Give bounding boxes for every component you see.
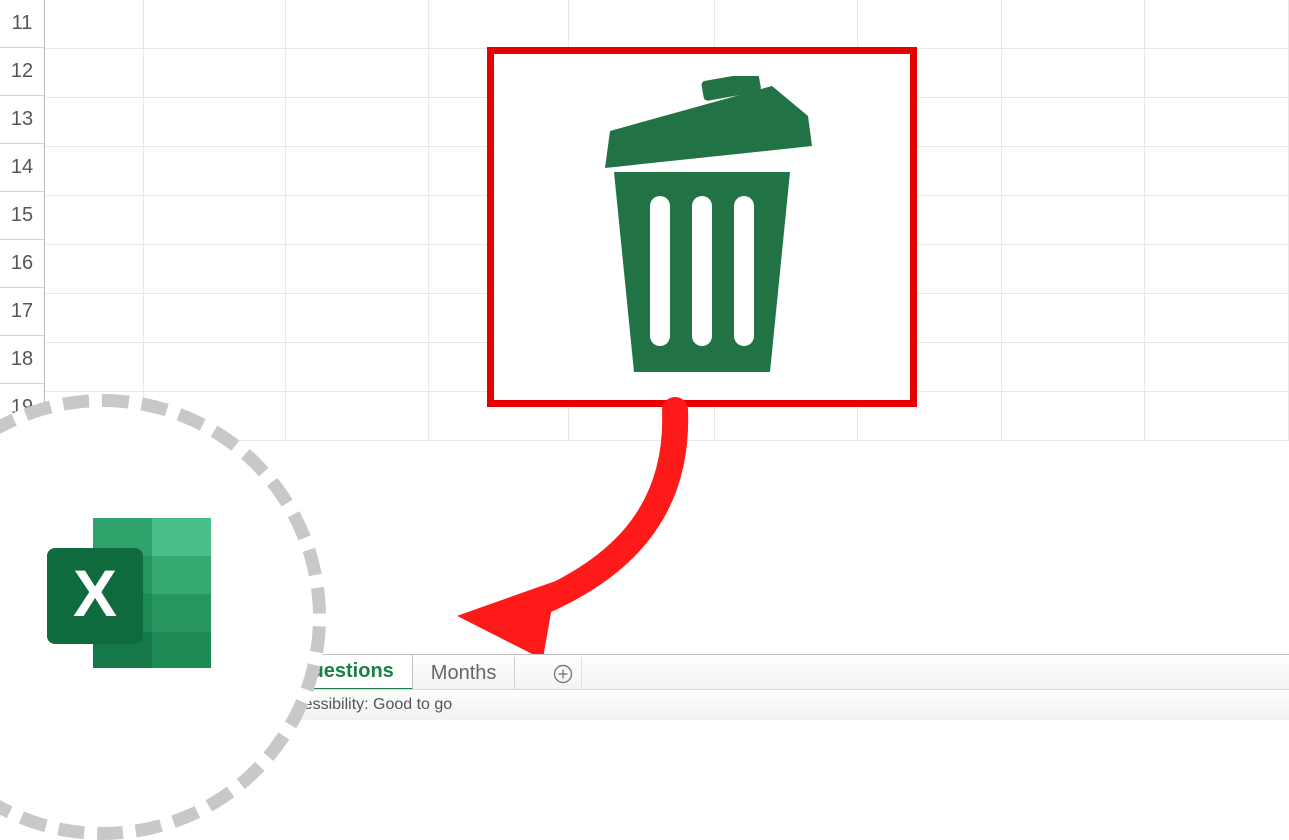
cell[interactable] [1145, 196, 1289, 244]
cell[interactable] [286, 98, 430, 146]
cell[interactable] [1002, 147, 1146, 195]
cell[interactable] [286, 147, 430, 195]
cell[interactable] [45, 245, 144, 293]
sheet-tab-months[interactable]: Months [413, 657, 516, 690]
cell[interactable] [715, 0, 859, 48]
row-header[interactable]: 18 [0, 336, 45, 384]
cell[interactable] [1145, 0, 1289, 48]
cell[interactable] [286, 294, 430, 342]
cell[interactable] [1002, 0, 1146, 48]
cell[interactable] [45, 98, 144, 146]
plus-circle-icon [553, 664, 573, 684]
cell[interactable] [144, 245, 286, 293]
cell[interactable] [144, 196, 286, 244]
cell[interactable] [286, 392, 430, 440]
cell[interactable] [45, 196, 144, 244]
cell[interactable] [1145, 392, 1289, 440]
cell[interactable] [45, 49, 144, 97]
row-header[interactable]: 14 [0, 144, 45, 192]
cell[interactable] [1002, 294, 1146, 342]
excel-logo-icon: X [8, 528, 198, 706]
row-header-column: 111213141516171819 [0, 0, 45, 432]
cell[interactable] [144, 147, 286, 195]
cell[interactable] [858, 0, 1002, 48]
cell[interactable] [286, 343, 430, 391]
cell[interactable] [144, 98, 286, 146]
cell[interactable] [144, 49, 286, 97]
cell[interactable] [1002, 49, 1146, 97]
row-header[interactable]: 16 [0, 240, 45, 288]
cell[interactable] [1145, 49, 1289, 97]
cell[interactable] [286, 0, 430, 48]
cell[interactable] [429, 0, 569, 48]
cell[interactable] [45, 343, 144, 391]
trash-icon [572, 76, 832, 379]
cell[interactable] [45, 294, 144, 342]
cell[interactable] [1145, 147, 1289, 195]
cell[interactable] [144, 343, 286, 391]
cell[interactable] [1145, 294, 1289, 342]
cell[interactable] [1145, 343, 1289, 391]
callout-box [487, 47, 917, 407]
cell[interactable] [1145, 98, 1289, 146]
cell[interactable] [45, 0, 144, 48]
row-header[interactable]: 17 [0, 288, 45, 336]
row-header[interactable]: 13 [0, 96, 45, 144]
cell[interactable] [286, 49, 430, 97]
grid-row [45, 0, 1289, 49]
cell[interactable] [45, 147, 144, 195]
cell[interactable] [1002, 392, 1146, 440]
cell[interactable] [286, 196, 430, 244]
cell[interactable] [1002, 98, 1146, 146]
sheet-tab-label: Months [431, 662, 497, 685]
cell[interactable] [1145, 245, 1289, 293]
add-sheet-button[interactable] [545, 657, 582, 690]
cell[interactable] [1002, 343, 1146, 391]
cell[interactable] [286, 245, 430, 293]
cell[interactable] [1002, 245, 1146, 293]
row-header[interactable]: 15 [0, 192, 45, 240]
row-header[interactable]: 11 [0, 0, 45, 48]
cell[interactable] [569, 0, 714, 48]
cell[interactable] [144, 0, 286, 48]
row-header[interactable]: 12 [0, 48, 45, 96]
cell[interactable] [144, 294, 286, 342]
cell[interactable] [1002, 196, 1146, 244]
svg-text:X: X [73, 556, 117, 630]
